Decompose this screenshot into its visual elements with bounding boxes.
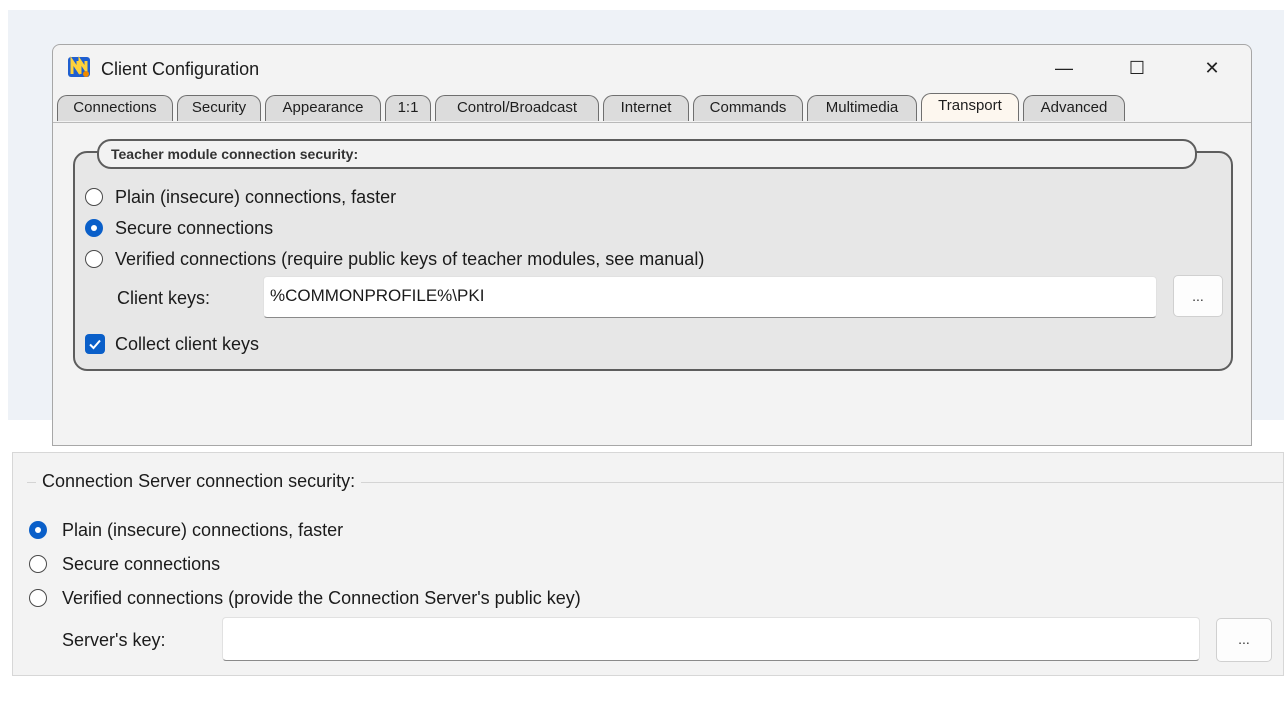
server-key-input[interactable] [222, 617, 1200, 661]
client-keys-browse-button[interactable]: ... [1173, 275, 1223, 317]
server-key-browse-button[interactable]: ... [1216, 618, 1272, 662]
tab-strip: Connections Security Appearance 1:1 Cont… [53, 91, 1251, 121]
server-verified-radio[interactable] [29, 589, 47, 607]
collect-client-keys-checkbox[interactable] [85, 334, 105, 354]
client-keys-label: Client keys: [117, 288, 211, 308]
server-security-caption: Connection Server connection security: [36, 470, 362, 492]
checkmark-icon [89, 339, 101, 350]
server-key-label: Server's key: [62, 630, 166, 650]
minimize-icon: — [1055, 57, 1073, 78]
title-bar[interactable]: Client Configuration — ☐ ✕ [53, 45, 1251, 91]
tab-appearance[interactable]: Appearance [265, 95, 381, 121]
server-secure-radio[interactable] [29, 555, 47, 573]
tab-internet[interactable]: Internet [603, 95, 689, 121]
tab-advanced[interactable]: Advanced [1023, 95, 1125, 121]
teacher-plain-radio[interactable] [85, 188, 103, 206]
app-icon [68, 56, 90, 77]
close-icon: ✕ [1204, 57, 1220, 78]
collect-client-keys-label[interactable]: Collect client keys [115, 333, 259, 355]
tab-control-broadcast[interactable]: Control/Broadcast [435, 95, 599, 121]
maximize-button[interactable]: ☐ [1113, 45, 1161, 91]
server-secure-label[interactable]: Secure connections [62, 553, 220, 575]
tab-connections[interactable]: Connections [57, 95, 173, 121]
close-button[interactable]: ✕ [1188, 45, 1236, 91]
tab-security[interactable]: Security [177, 95, 261, 121]
tab-commands[interactable]: Commands [693, 95, 803, 121]
maximize-icon: ☐ [1128, 57, 1146, 78]
teacher-verified-radio[interactable] [85, 250, 103, 268]
server-plain-label[interactable]: Plain (insecure) connections, faster [62, 519, 343, 541]
tab-one-to-one[interactable]: 1:1 [385, 95, 431, 121]
client-keys-input[interactable]: %COMMONPROFILE%\PKI [263, 276, 1157, 318]
tab-transport[interactable]: Transport [921, 93, 1019, 121]
server-verified-label[interactable]: Verified connections (provide the Connec… [62, 587, 581, 609]
teacher-plain-label[interactable]: Plain (insecure) connections, faster [115, 186, 396, 208]
minimize-button[interactable]: — [1040, 45, 1088, 91]
window-title: Client Configuration [101, 59, 260, 79]
teacher-security-caption: Teacher module connection security: [97, 139, 1197, 169]
teacher-secure-radio[interactable] [85, 219, 103, 237]
tab-divider [53, 122, 1251, 123]
tab-multimedia[interactable]: Multimedia [807, 95, 917, 121]
client-configuration-dialog: Client Configuration — ☐ ✕ Connections S… [52, 44, 1252, 446]
server-plain-radio[interactable] [29, 521, 47, 539]
teacher-secure-label[interactable]: Secure connections [115, 217, 273, 239]
teacher-verified-label[interactable]: Verified connections (require public key… [115, 248, 704, 270]
